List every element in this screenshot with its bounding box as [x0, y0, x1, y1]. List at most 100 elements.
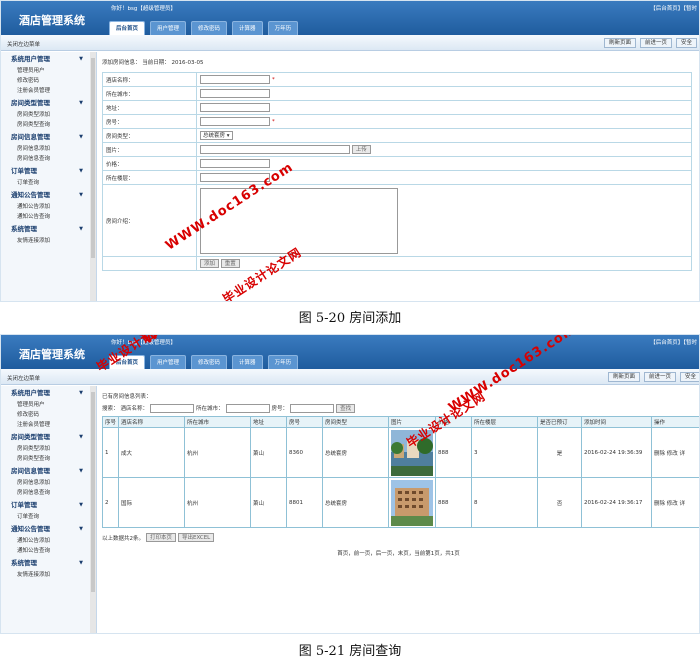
sidebar-group-notices[interactable]: 通知公告管理 ▼	[1, 522, 89, 536]
chevron-down-icon: ▼	[79, 134, 83, 140]
sidebar-item-room-type-add[interactable]: 房间类型添加	[1, 110, 89, 120]
cell-hotel: 国际	[118, 477, 185, 528]
top-links[interactable]: 【后台首页】【暂时	[650, 338, 697, 346]
export-excel-button[interactable]: 导出EXCEL	[178, 533, 215, 542]
sidebar-group-rooms[interactable]: 房间信息管理 ▼	[1, 464, 89, 478]
search-hotel-input[interactable]	[150, 403, 195, 413]
sidebar-item-notice-query[interactable]: 通知公告查询	[1, 212, 89, 222]
group-label: 系统用户管理	[11, 389, 50, 397]
form-title: 添加房间信息：	[102, 60, 141, 66]
toolbar: 关闭左边菜单 刷新页面 前进一页 安全	[1, 35, 699, 51]
sidebar-item-change-password[interactable]: 修改密码	[1, 76, 89, 86]
group-label: 订单管理	[11, 167, 37, 175]
sidebar-item-notice-add[interactable]: 通知公告添加	[1, 202, 89, 212]
group-label: 系统管理	[11, 225, 37, 233]
sidebar-item-room-query[interactable]: 房间信息查询	[1, 488, 89, 498]
sidebar-item-admins[interactable]: 管理员用户	[1, 400, 89, 410]
sidebar-scrollbar[interactable]	[90, 386, 96, 633]
tab-calculator[interactable]: 计算器	[232, 21, 263, 35]
tab-password[interactable]: 修改密码	[191, 355, 228, 369]
col-booked: 是否已预订	[537, 416, 582, 428]
sidebar-group-system[interactable]: 系统管理 ▼	[1, 556, 89, 570]
search-button[interactable]: 查找	[336, 403, 356, 413]
sidebar-item-room-type-add[interactable]: 房间类型添加	[1, 444, 89, 454]
tab-users[interactable]: 用户管理	[150, 21, 187, 35]
tab-calculator[interactable]: 计算器	[232, 355, 263, 369]
tab-calendar[interactable]: 万年历	[267, 21, 299, 35]
image-input[interactable]	[200, 145, 350, 154]
city-input[interactable]	[200, 89, 270, 98]
group-label: 通知公告管理	[11, 525, 50, 533]
chevron-down-icon: ▼	[79, 100, 83, 106]
close-menu-link[interactable]: 关闭左边菜单	[7, 40, 40, 48]
sidebar-item-members[interactable]: 注册会员管理	[1, 86, 89, 96]
sidebar-item-members[interactable]: 注册会员管理	[1, 420, 89, 430]
sidebar-item-change-password[interactable]: 修改密码	[1, 410, 89, 420]
cell-ops[interactable]: 删除 修改 详	[651, 427, 699, 478]
print-button[interactable]: 打印本页	[146, 533, 177, 542]
close-menu-link[interactable]: 关闭左边菜单	[7, 374, 40, 382]
top-links[interactable]: 【后台首页】【暂时	[650, 4, 697, 12]
sidebar-scrollbar[interactable]	[90, 52, 96, 301]
cell-time: 2016-02-24 19:36:39	[581, 427, 652, 478]
add-button[interactable]: 添加	[200, 259, 220, 268]
chevron-down-icon: ▼	[79, 434, 83, 440]
forward-button[interactable]: 前进一页	[643, 372, 676, 382]
tab-password[interactable]: 修改密码	[191, 21, 228, 35]
sidebar-item-room-query[interactable]: 房间信息查询	[1, 154, 89, 164]
pagination[interactable]: 首页，前一页，后一页，末页，当前第1页，共1页	[102, 549, 695, 557]
col-type: 房间类型	[322, 416, 389, 428]
sidebar-group-notices[interactable]: 通知公告管理 ▼	[1, 188, 89, 202]
chevron-down-icon: ▼	[79, 226, 83, 232]
sidebar-group-users[interactable]: 系统用户管理 ▼	[1, 386, 89, 400]
cell-ops[interactable]: 删除 修改 详	[651, 477, 699, 528]
sidebar-group-rooms[interactable]: 房间信息管理 ▼	[1, 130, 89, 144]
tab-home[interactable]: 后台首页	[109, 21, 146, 35]
scrollbar-thumb[interactable]	[91, 58, 95, 258]
upload-button[interactable]: 上传	[351, 145, 371, 154]
sidebar-item-links-add[interactable]: 友情连接添加	[1, 236, 89, 246]
chevron-down-icon: ▼	[79, 192, 83, 198]
reset-button[interactable]: 重置	[220, 259, 240, 268]
room-no-input[interactable]	[200, 117, 270, 126]
cell-floor: 8	[471, 477, 538, 528]
sidebar-group-room-types[interactable]: 房间类型管理 ▼	[1, 430, 89, 444]
sidebar-item-room-add[interactable]: 房间信息添加	[1, 478, 89, 488]
app-header: 酒店管理系统 你好！bsg【超级管理员】 【后台首页】【暂时 后台首页 用户管理…	[1, 1, 699, 35]
address-input[interactable]	[200, 103, 270, 112]
sidebar-item-notice-query[interactable]: 通知公告查询	[1, 546, 89, 556]
refresh-button[interactable]: 刷新页面	[607, 372, 640, 382]
sidebar-item-order-query[interactable]: 订单查询	[1, 512, 89, 522]
search-city-input[interactable]	[225, 403, 270, 413]
sidebar-group-orders[interactable]: 订单管理 ▼	[1, 498, 89, 512]
forward-button[interactable]: 前进一页	[639, 38, 672, 48]
safe-button[interactable]: 安全	[679, 372, 699, 382]
room-type-select[interactable]: 总统套房 ▾	[200, 131, 233, 140]
tab-users[interactable]: 用户管理	[150, 355, 187, 369]
chevron-down-icon: ▼	[79, 468, 83, 474]
current-date: 2016-03-05	[171, 60, 204, 66]
group-label: 房间类型管理	[11, 99, 50, 107]
sidebar-group-system[interactable]: 系统管理 ▼	[1, 222, 89, 236]
scrollbar-thumb[interactable]	[91, 392, 95, 592]
sidebar-item-notice-add[interactable]: 通知公告添加	[1, 536, 89, 546]
sidebar-item-links-add[interactable]: 友情连接添加	[1, 570, 89, 580]
price-input[interactable]	[200, 159, 270, 168]
sidebar-group-users[interactable]: 系统用户管理 ▼	[1, 52, 89, 66]
sidebar-item-room-type-query[interactable]: 房间类型查询	[1, 120, 89, 130]
sidebar-group-orders[interactable]: 订单管理 ▼	[1, 164, 89, 178]
sidebar-item-room-add[interactable]: 房间信息添加	[1, 144, 89, 154]
sidebar-item-admins[interactable]: 管理员用户	[1, 66, 89, 76]
image-label: 图片：	[102, 142, 197, 157]
col-no: 序号	[102, 416, 119, 428]
safe-button[interactable]: 安全	[675, 38, 697, 48]
sidebar-item-order-query[interactable]: 订单查询	[1, 178, 89, 188]
hotel-input[interactable]	[200, 75, 270, 84]
sidebar-group-room-types[interactable]: 房间类型管理 ▼	[1, 96, 89, 110]
col-room: 房号	[286, 416, 323, 428]
tab-calendar[interactable]: 万年历	[267, 355, 299, 369]
sidebar-item-room-type-query[interactable]: 房间类型查询	[1, 454, 89, 464]
refresh-button[interactable]: 刷新页面	[603, 38, 636, 48]
search-room-input[interactable]	[290, 403, 335, 413]
col-city: 所在城市	[184, 416, 251, 428]
